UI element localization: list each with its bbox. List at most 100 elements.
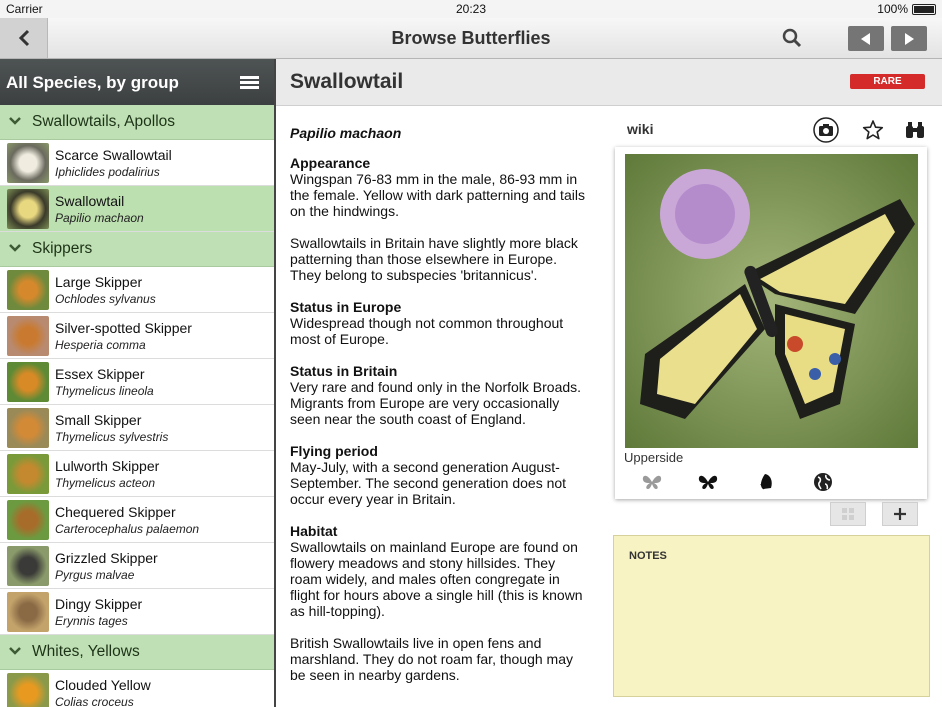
section-appearance-extra: Swallowtails in Britain have slightly mo… [290, 235, 590, 283]
species-name: Small Skipper [55, 412, 142, 428]
menu-icon[interactable] [240, 76, 259, 89]
prev-arrow-icon [861, 32, 870, 45]
species-scientific-name: Thymelicus sylvestris [55, 430, 169, 444]
clock: 20:23 [455, 2, 487, 16]
species-name: Chequered Skipper [55, 504, 176, 520]
species-sidebar: All Species, by group Swallowtails, Apol… [0, 59, 276, 707]
group-header-swallowtails[interactable]: Swallowtails, Apollos [0, 105, 274, 140]
sighting-button[interactable] [902, 117, 928, 143]
section-heading: Habitat [290, 523, 338, 539]
status-bar: Carrier 20:23 100% [0, 0, 942, 18]
next-arrow-icon [905, 32, 914, 45]
detail-header: Swallowtail RARE [276, 59, 942, 106]
species-name: Essex Skipper [55, 366, 145, 382]
section-habitat-extra: British Swallowtails live in open fens a… [290, 635, 590, 683]
section-body: Swallowtails in Britain have slightly mo… [290, 235, 578, 283]
species-scientific-name: Hesperia comma [55, 338, 146, 352]
prev-button[interactable] [848, 26, 884, 51]
species-row-chequered-skipper[interactable]: Chequered Skipper Carterocephalus palaem… [0, 497, 274, 543]
camera-icon [813, 117, 839, 143]
species-thumbnail [7, 454, 49, 494]
rare-badge: RARE [850, 74, 925, 89]
section-heading: Status in Europe [290, 299, 402, 315]
section-heading: Appearance [290, 155, 371, 171]
species-scientific-name: Thymelicus acteon [55, 476, 156, 490]
star-icon [862, 120, 884, 140]
species-thumbnail [7, 592, 49, 632]
chevron-down-icon [9, 647, 21, 655]
chevron-down-icon [9, 117, 21, 125]
species-detail: Swallowtail RARE Papilio machaon Appeara… [276, 59, 942, 707]
sidebar-title: All Species, by group [6, 73, 179, 92]
group-label: Whites, Yellows [32, 643, 140, 660]
species-thumbnail [7, 362, 49, 402]
chevron-down-icon [9, 244, 21, 252]
species-thumbnail [7, 673, 49, 707]
section-body: Widespread though not common throughout … [290, 315, 564, 347]
species-scientific-name: Iphiclides podalirius [55, 165, 160, 179]
section-status-europe: Status in Europe Widespread though not co… [290, 299, 590, 347]
species-row-silver-spotted-skipper[interactable]: Silver-spotted Skipper Hesperia comma [0, 313, 274, 359]
species-name: Grizzled Skipper [55, 550, 158, 566]
species-row-essex-skipper[interactable]: Essex Skipper Thymelicus lineola [0, 359, 274, 405]
search-icon[interactable] [781, 27, 803, 49]
battery-area: 100% [877, 2, 936, 16]
species-thumbnail [7, 270, 49, 310]
section-body: Wingspan 76-83 mm in the male, 86-93 mm … [290, 171, 585, 219]
favourite-button[interactable] [860, 117, 886, 143]
group-header-skippers[interactable]: Skippers [0, 232, 274, 267]
add-note-button[interactable] [882, 502, 918, 526]
species-row-large-skipper[interactable]: Large Skipper Ochlodes sylvanus [0, 267, 274, 313]
species-scientific-name: Erynnis tages [55, 614, 128, 628]
species-name: Lulworth Skipper [55, 458, 160, 474]
section-heading: Status in Britain [290, 363, 398, 379]
sidebar-header: All Species, by group [0, 59, 274, 105]
species-row-scarce-swallowtail[interactable]: Scarce Swallowtail Iphiclides podalirius [0, 140, 274, 186]
species-thumbnail [7, 143, 49, 183]
grid-icon [842, 508, 854, 520]
image-caption: Upperside [624, 450, 684, 465]
butterfly-icon[interactable] [697, 472, 719, 492]
species-row-clouded-yellow[interactable]: Clouded Yellow Colias croceus [0, 670, 274, 707]
butterfly-upperside-icon[interactable] [641, 472, 663, 492]
section-status-britain: Status in Britain Very rare and found onl… [290, 363, 590, 427]
species-thumbnail [7, 500, 49, 540]
butterfly-photo[interactable] [625, 154, 918, 448]
species-scientific-name: Pyrgus malvae [55, 568, 135, 582]
butterfly-side-icon[interactable] [755, 472, 777, 492]
binoculars-icon [906, 122, 924, 138]
species-row-small-skipper[interactable]: Small Skipper Thymelicus sylvestris [0, 405, 274, 451]
section-body: May-July, with a second generation Augus… [290, 459, 567, 507]
species-scientific-name: Thymelicus lineola [55, 384, 154, 398]
section-body: Swallowtails on mainland Europe are foun… [290, 539, 583, 619]
species-scientific-name: Papilio machaon [55, 211, 144, 225]
species-row-dingy-skipper[interactable]: Dingy Skipper Erynnis tages [0, 589, 274, 635]
group-label: Swallowtails, Apollos [32, 113, 176, 130]
species-name: Large Skipper [55, 274, 143, 290]
battery-percent: 100% [877, 2, 908, 16]
species-scientific-name: Colias croceus [55, 695, 134, 707]
detail-title: Swallowtail [290, 70, 404, 93]
battery-icon [912, 3, 936, 15]
notes-panel[interactable]: NOTES [613, 535, 930, 697]
species-scientific-name: Ochlodes sylvanus [55, 292, 156, 306]
detail-scientific-name: Papilio machaon [290, 125, 402, 141]
species-thumbnail [7, 316, 49, 356]
species-name: Silver-spotted Skipper [55, 320, 192, 336]
species-row-grizzled-skipper[interactable]: Grizzled Skipper Pyrgus malvae [0, 543, 274, 589]
species-row-lulworth-skipper[interactable]: Lulworth Skipper Thymelicus acteon [0, 451, 274, 497]
nav-bar: Browse Butterflies [0, 18, 942, 59]
globe-icon[interactable] [812, 472, 834, 492]
species-row-swallowtail[interactable]: Swallowtail Papilio machaon [0, 186, 274, 232]
wiki-link[interactable]: wiki [627, 121, 653, 137]
camera-button[interactable] [813, 117, 839, 143]
gallery-button[interactable] [830, 502, 866, 526]
group-header-whites-yellows[interactable]: Whites, Yellows [0, 635, 274, 670]
species-name: Swallowtail [55, 193, 125, 209]
next-button[interactable] [891, 26, 927, 51]
species-scientific-name: Carterocephalus palaemon [55, 522, 200, 536]
species-name: Clouded Yellow [55, 677, 151, 693]
group-label: Skippers [32, 240, 93, 257]
species-thumbnail [7, 546, 49, 586]
species-description: Papilio machaon Appearance Wingspan 76-83… [290, 125, 590, 699]
